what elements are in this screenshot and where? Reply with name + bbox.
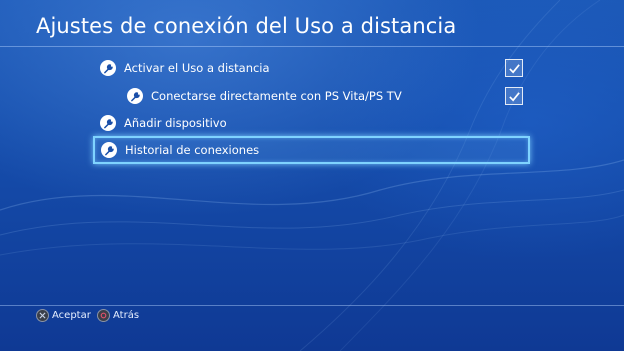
accept-button[interactable]: Aceptar bbox=[36, 309, 91, 322]
background-waves bbox=[0, 0, 624, 351]
footer-divider bbox=[0, 305, 624, 306]
menu-item-enable-remote-play[interactable]: Activar el Uso a distancia bbox=[100, 55, 530, 81]
accept-label: Aceptar bbox=[52, 310, 91, 321]
wrench-icon bbox=[101, 142, 117, 158]
menu-item-label: Historial de conexiones bbox=[125, 143, 260, 157]
menu-item-label: Conectarse directamente con PS Vita/PS T… bbox=[151, 89, 402, 103]
checkmark-icon bbox=[508, 91, 520, 101]
menu-item-connection-history[interactable]: Historial de conexiones bbox=[93, 136, 530, 164]
wrench-icon bbox=[100, 60, 116, 76]
back-label: Atrás bbox=[113, 310, 140, 321]
cross-button-icon bbox=[36, 309, 49, 322]
menu-item-label: Activar el Uso a distancia bbox=[124, 61, 270, 75]
back-button[interactable]: Atrás bbox=[97, 309, 139, 322]
header-divider bbox=[0, 46, 624, 47]
wrench-icon bbox=[127, 88, 143, 104]
menu-item-add-device[interactable]: Añadir dispositivo bbox=[100, 110, 530, 136]
enable-remote-play-checkbox[interactable] bbox=[505, 59, 523, 77]
menu-item-connect-directly[interactable]: Conectarse directamente con PS Vita/PS T… bbox=[127, 83, 530, 109]
page-title: Ajustes de conexión del Uso a distancia bbox=[36, 14, 457, 38]
menu-item-label: Añadir dispositivo bbox=[124, 116, 227, 130]
circle-button-icon bbox=[97, 309, 110, 322]
wrench-icon bbox=[100, 115, 116, 131]
checkmark-icon bbox=[508, 63, 520, 73]
connect-directly-checkbox[interactable] bbox=[505, 87, 523, 105]
